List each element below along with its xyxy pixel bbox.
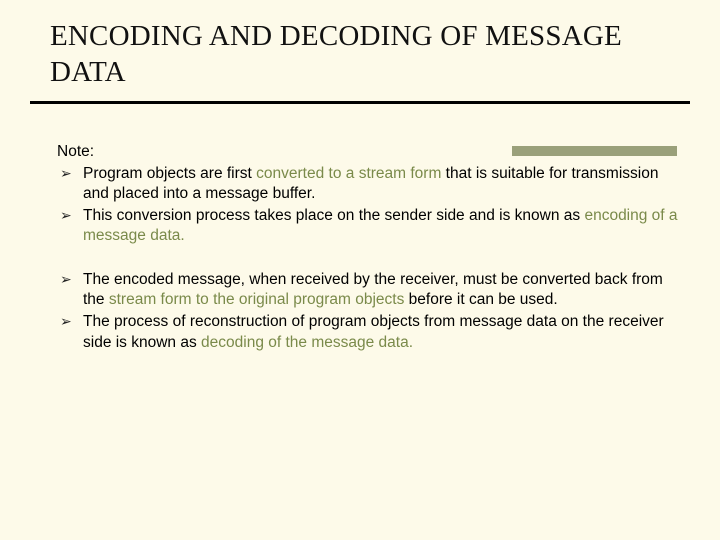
slide: ENCODING AND DECODING OF MESSAGE DATA No… [0, 18, 720, 540]
bullet-text: This conversion process takes place on t… [83, 207, 584, 224]
list-item: The process of reconstruction of program… [57, 312, 680, 352]
spacer [57, 248, 680, 270]
slide-title: ENCODING AND DECODING OF MESSAGE DATA [50, 18, 670, 91]
highlight-text: stream form to the original program obje… [109, 291, 404, 308]
slide-body: Note: Program objects are first converte… [57, 142, 680, 353]
bullet-group-2: The encoded message, when received by th… [57, 270, 680, 353]
horizontal-rule [30, 101, 690, 104]
list-item: Program objects are first converted to a… [57, 164, 680, 204]
bullet-text: before it can be used. [404, 291, 557, 308]
highlight-text: converted to a stream form [256, 165, 441, 182]
highlight-text: decoding of the message data. [201, 334, 413, 351]
bullet-group-1: Program objects are first converted to a… [57, 164, 680, 247]
list-item: The encoded message, when received by th… [57, 270, 680, 310]
accent-bar [512, 146, 677, 156]
bullet-text: Program objects are first [83, 165, 256, 182]
list-item: This conversion process takes place on t… [57, 206, 680, 246]
